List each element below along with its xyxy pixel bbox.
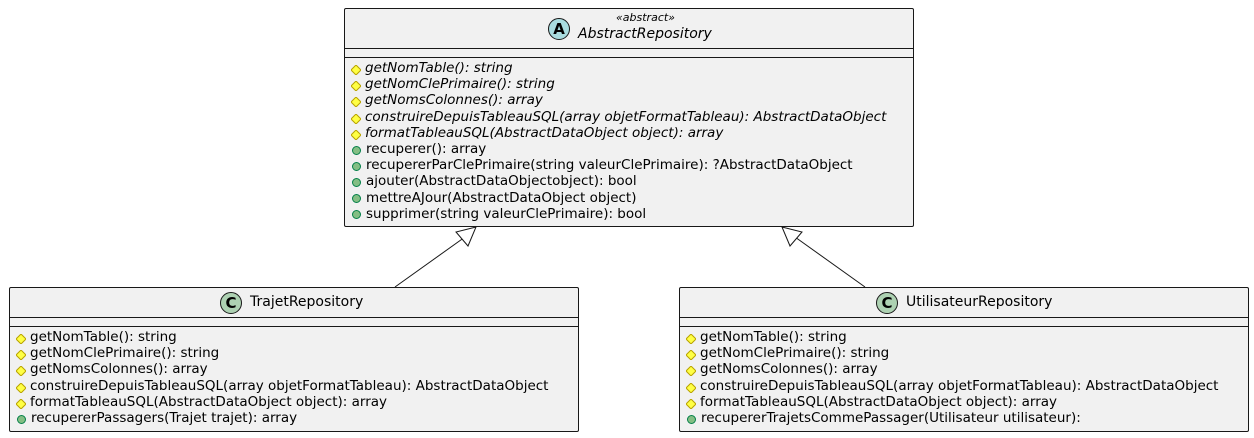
method-signature: getNomTable(): string [30,329,177,345]
method-row: recuperer(): array [351,141,913,157]
methods-compartment: getNomTable(): string getNomClePrimaire()… [345,58,913,222]
protected-visibility-icon [350,112,362,125]
protected-visibility-icon [350,63,362,76]
utilisateur-inheritance-arrowhead [781,226,803,247]
method-row: construireDepuisTableauSQL(array objetFo… [15,377,578,394]
public-visibility-icon [351,176,362,187]
methods-compartment: getNomTable(): string getNomClePrimaire()… [10,327,578,426]
protected-visibility-icon [15,332,27,345]
method-row: construireDepuisTableauSQL(array objetFo… [685,377,1248,394]
public-visibility-icon [351,160,362,171]
method-row: getNomTable(): string [15,329,578,345]
class-header: C UtilisateurRepository [680,288,1248,318]
method-row: ajouter(AbstractDataObjectobject): bool [351,173,913,189]
method-row: mettreAJour(AbstractDataObject object) [351,190,913,206]
method-row: recupererPassagers(Trajet trajet): array [16,410,578,426]
protected-visibility-icon [15,397,27,410]
abstract-repository-class: A «abstract» AbstractRepository getNomTa… [344,8,914,227]
method-row: getNomClePrimaire(): string [15,345,578,362]
trajet-inheritance-arrowhead [455,226,477,247]
method-signature: getNomClePrimaire(): string [700,345,890,362]
method-signature: getNomClePrimaire(): string [30,345,220,362]
method-signature: formatTableauSQL(AbstractDataObject obje… [700,393,1058,410]
protected-visibility-icon [685,348,697,361]
method-row: supprimer(string valeurClePrimaire): boo… [351,206,913,222]
attributes-compartment [10,318,578,327]
method-signature: recupererTrajetsCommePassager(Utilisateu… [701,409,1081,426]
protected-visibility-icon [685,364,697,378]
public-visibility-icon [686,413,697,424]
class-header: C TrajetRepository [10,288,578,318]
protected-visibility-icon [685,397,697,410]
utilisateur-repository-class: C UtilisateurRepository getNomTable(): s… [679,287,1249,432]
class-stereotype: «abstract» [616,11,675,24]
method-signature: getNomsColonnes(): array [30,361,208,378]
method-row: getNomTable(): string [350,60,913,76]
method-signature: mettreAJour(AbstractDataObject object) [366,189,637,206]
public-visibility-icon [351,192,362,204]
method-row: recupererParClePrimaire(string valeurCle… [351,157,913,173]
class-icon: C [220,292,242,314]
public-visibility-icon [351,144,362,155]
method-signature: getNomTable(): string [700,329,847,345]
method-signature: formatTableauSQL(AbstractDataObject obje… [365,124,724,141]
method-row: getNomClePrimaire(): string [350,76,913,93]
protected-visibility-icon [15,348,27,361]
class-header: A «abstract» AbstractRepository [345,9,913,49]
protected-visibility-icon [350,128,362,141]
abstract-class-icon: A [548,18,570,40]
public-visibility-icon [351,208,362,220]
method-row: formatTableauSQL(AbstractDataObject obje… [685,393,1248,410]
method-row: getNomsColonnes(): array [350,92,913,109]
method-signature: recupererParClePrimaire(string valeurCle… [366,157,853,174]
protected-visibility-icon [685,381,697,394]
method-signature: construireDepuisTableauSQL(array objetFo… [365,108,887,125]
method-signature: getNomClePrimaire(): string [365,76,555,93]
protected-visibility-icon [15,364,27,378]
method-row: construireDepuisTableauSQL(array objetFo… [350,108,913,125]
method-signature: construireDepuisTableauSQL(array objetFo… [700,377,1219,394]
method-row: getNomTable(): string [685,329,1248,345]
method-signature: getNomsColonnes(): array [700,361,878,378]
method-signature: formatTableauSQL(AbstractDataObject obje… [30,393,388,410]
method-signature: ajouter(AbstractDataObjectobject): bool [366,173,637,190]
methods-compartment: getNomTable(): string getNomClePrimaire()… [680,327,1248,426]
method-signature: getNomTable(): string [365,60,513,76]
class-name: UtilisateurRepository [906,294,1053,310]
trajet-repository-class: C TrajetRepository getNomTable(): string… [9,287,579,432]
class-name: TrajetRepository [250,294,364,310]
method-signature: recuperer(): array [366,140,487,157]
method-row: getNomClePrimaire(): string [685,345,1248,362]
utilisateur-inheritance-line [794,236,866,288]
attributes-compartment [345,49,913,58]
protected-visibility-icon [685,332,697,345]
method-row: recupererTrajetsCommePassager(Utilisateu… [686,410,1248,426]
protected-visibility-icon [15,381,27,394]
class-icon: C [876,292,898,314]
method-signature: recupererPassagers(Trajet trajet): array [31,409,298,426]
method-row: getNomsColonnes(): array [15,361,578,378]
method-signature: construireDepuisTableauSQL(array objetFo… [30,377,549,394]
public-visibility-icon [16,413,27,424]
method-row: formatTableauSQL(AbstractDataObject obje… [350,124,913,141]
method-signature: getNomsColonnes(): array [365,92,543,109]
protected-visibility-icon [350,95,362,109]
method-signature: supprimer(string valeurClePrimaire): boo… [366,205,647,222]
method-row: formatTableauSQL(AbstractDataObject obje… [15,393,578,410]
class-name: AbstractRepository [578,26,712,42]
attributes-compartment [680,318,1248,327]
trajet-inheritance-line [394,236,466,288]
method-row: getNomsColonnes(): array [685,361,1248,378]
protected-visibility-icon [350,79,362,92]
